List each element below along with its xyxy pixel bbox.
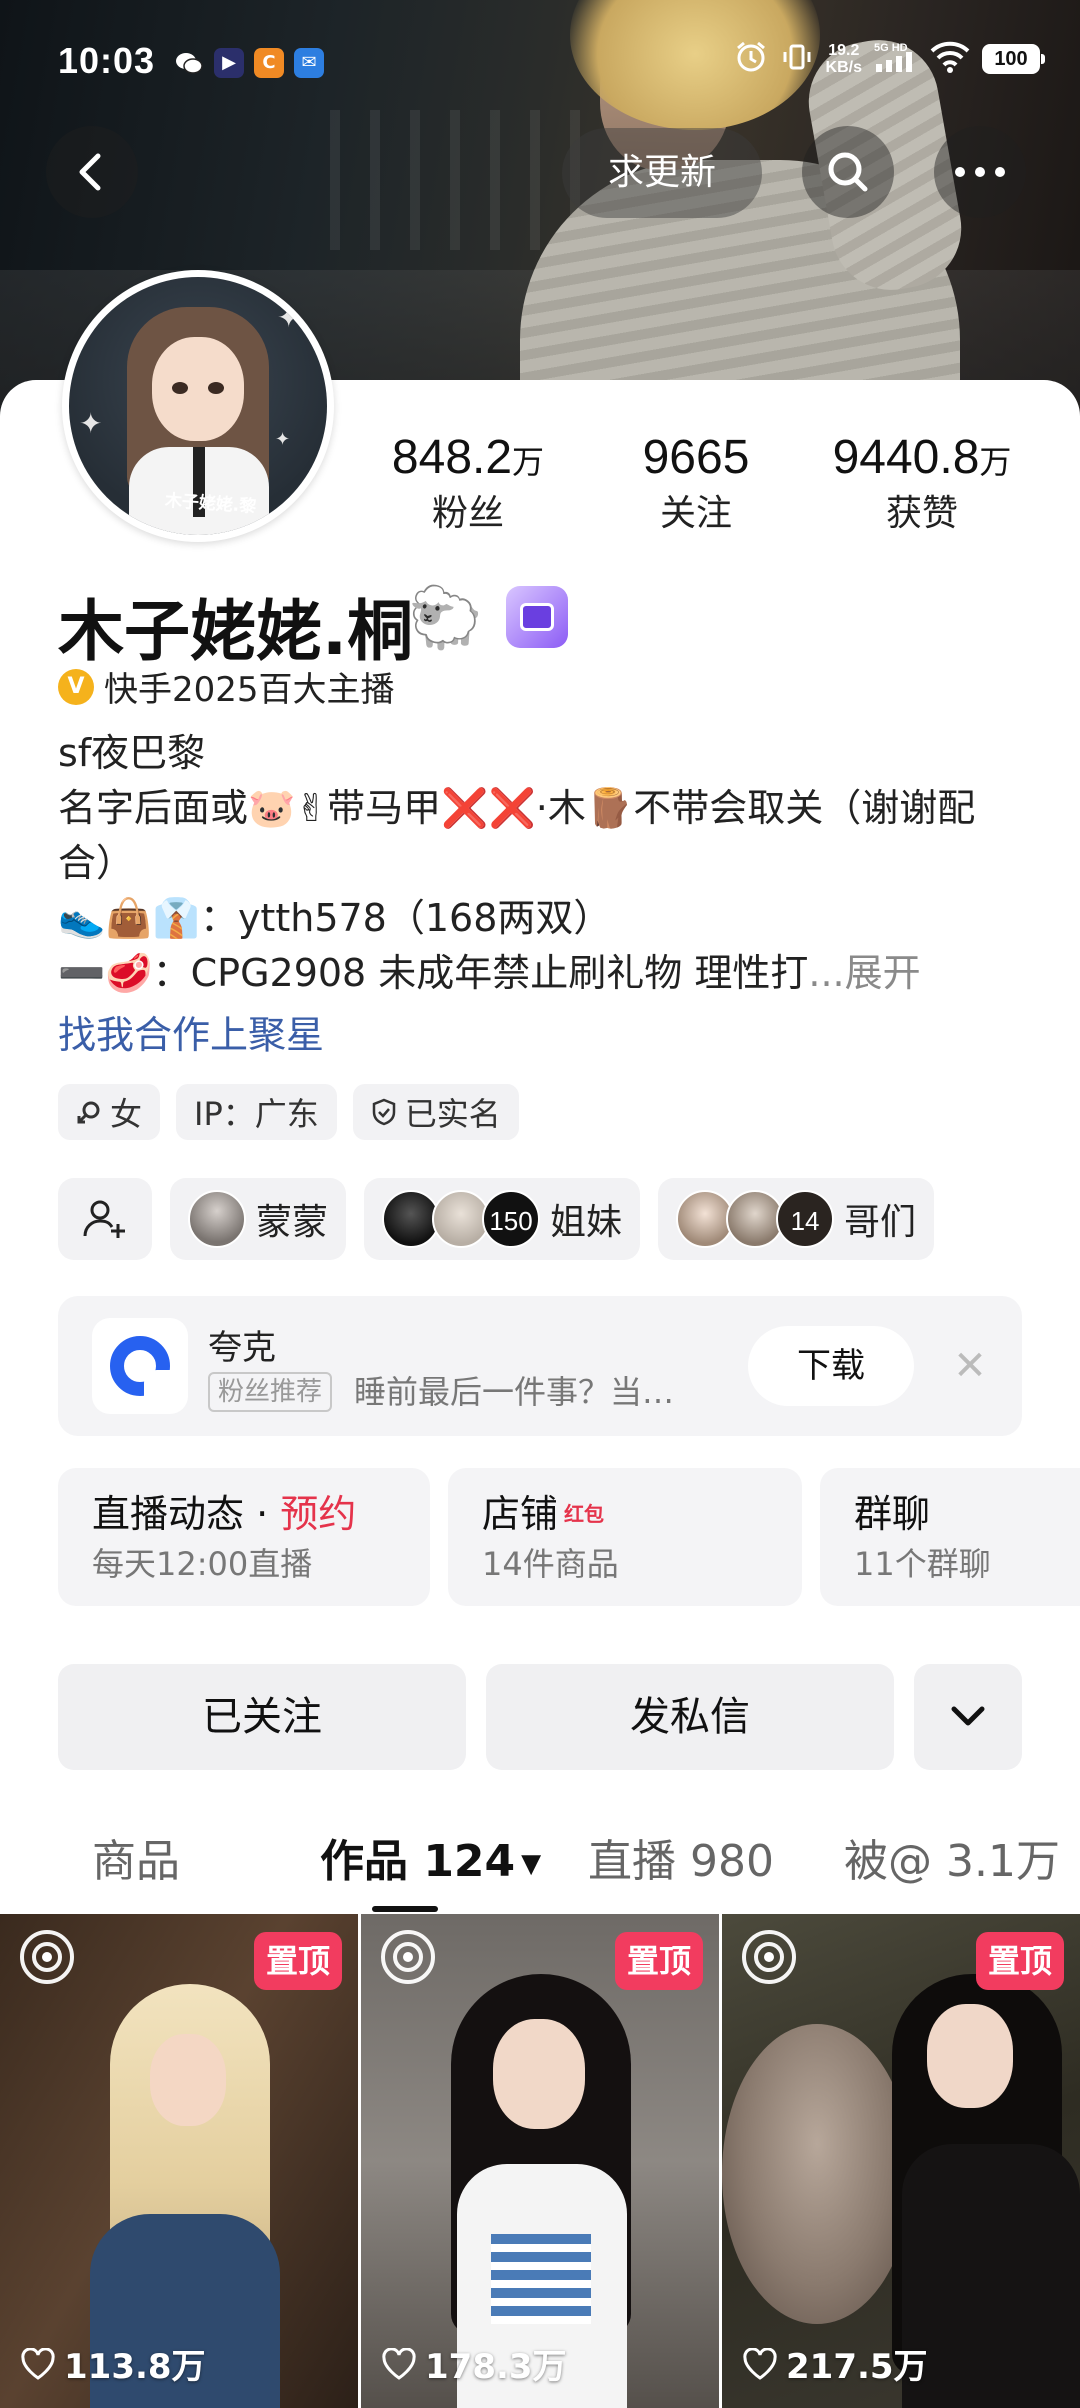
- pinned-badge: 置顶: [253, 1932, 342, 1990]
- bio-line: 👟👜👔：ytth578（168两双）: [58, 896, 612, 940]
- chevron-down-icon: [951, 1706, 985, 1726]
- close-icon[interactable]: ✕: [942, 1338, 998, 1394]
- verified-icon: V: [58, 668, 94, 705]
- heart-icon: [743, 2347, 777, 2380]
- avatar[interactable]: ✦ ✦ ✦ 木子姥姥.黎: [62, 270, 334, 542]
- bio-line: 名字后面或🐷✌带马甲❌❌·木🪵不带会取关（谢谢配合）: [58, 786, 976, 885]
- group-member-count: 150: [482, 1190, 541, 1248]
- following-button[interactable]: 已关注: [58, 1664, 466, 1770]
- shield-check-icon: [372, 1098, 396, 1126]
- like-count: 178.3万: [381, 2339, 567, 2388]
- group-row: 蒙蒙 150 姐妹 14 哥们: [58, 1178, 935, 1260]
- verified-line[interactable]: V 快手2025百大主播: [58, 662, 395, 711]
- back-button[interactable]: [46, 126, 138, 218]
- verified-text: 快手2025百大主播: [104, 670, 395, 710]
- alarm-icon: [734, 40, 768, 78]
- group-avatar: [188, 1190, 246, 1248]
- quark-app-icon: [92, 1318, 188, 1414]
- followers-stat[interactable]: 848.2万 粉丝: [358, 430, 578, 538]
- download-button[interactable]: 下载: [748, 1326, 914, 1406]
- status-time: 10:03: [58, 40, 156, 81]
- following-stat[interactable]: 9665 关注: [586, 430, 806, 538]
- tab-indicator: [372, 1906, 438, 1912]
- search-button[interactable]: [802, 126, 894, 218]
- bio-line: ➖🥩：CPG2908 未成年禁止刷礼物 理性打...展开: [58, 951, 921, 995]
- like-count: 217.5万: [742, 2339, 928, 2388]
- send-message-button[interactable]: 发私信: [486, 1664, 894, 1770]
- bio-line: sf夜巴黎: [58, 731, 206, 775]
- more-options-button[interactable]: [934, 126, 1026, 218]
- bio[interactable]: sf夜巴黎 名字后面或🐷✌带马甲❌❌·木🪵不带会取关（谢谢配合） 👟👜👔：ytt…: [58, 726, 1018, 1001]
- video-thumbnail[interactable]: 置顶 178.3万: [361, 1914, 719, 2408]
- live-photo-icon: [381, 1930, 435, 1984]
- female-icon: [77, 1101, 100, 1124]
- tab-works[interactable]: 作品 124 ▼: [320, 1822, 541, 1904]
- live-photo-icon: [742, 1930, 796, 1984]
- followers-label: 粉丝: [431, 493, 504, 534]
- bio-expand-link[interactable]: ...展开: [808, 951, 920, 995]
- profile-tags: 女 IP：广东 已实名: [58, 1084, 519, 1140]
- live-photo-icon: [20, 1930, 74, 1984]
- request-update-button[interactable]: 求更新: [562, 128, 762, 218]
- caret-down-icon: ▼: [521, 1849, 542, 1879]
- media-app-icon: C: [254, 48, 284, 78]
- ad-title: 夸克: [208, 1328, 276, 1368]
- heart-icon: [382, 2347, 416, 2380]
- profile-name: 木子姥姥.桐: [58, 593, 414, 670]
- expand-more-button[interactable]: [914, 1664, 1022, 1770]
- red-packet-badge: 红包: [564, 1502, 605, 1526]
- video-app-icon: ▶: [214, 48, 244, 78]
- like-count: 113.8万: [20, 2339, 206, 2388]
- add-friend-button[interactable]: [58, 1178, 152, 1260]
- add-user-icon: [83, 1200, 125, 1238]
- shop-card[interactable]: 店铺 红包 14件商品: [448, 1468, 802, 1606]
- svg-text:5G HD: 5G HD: [874, 42, 908, 54]
- ad-description: 睡前最后一件事？当…: [354, 1373, 675, 1411]
- status-bar: 10:03 ▶ C ✉ 19.2 KB/s 5G HD 100: [0, 30, 1080, 100]
- pinned-badge: 置顶: [975, 1932, 1064, 1990]
- wechat-icon: [174, 48, 204, 78]
- video-thumbnail[interactable]: 置顶 113.8万: [0, 1914, 358, 2408]
- wifi-icon: [930, 41, 970, 77]
- mobile-app-icon: ✉: [294, 48, 324, 78]
- live-schedule-card[interactable]: 直播动态 · 预约 每天12:00直播: [58, 1468, 430, 1606]
- following-label: 关注: [659, 493, 732, 534]
- group-chip-sisters[interactable]: 150 姐妹: [364, 1178, 641, 1260]
- cooperation-link[interactable]: 找我合作上聚星: [58, 1004, 324, 1059]
- likes-stat[interactable]: 9440.8万 获赞: [812, 430, 1032, 538]
- level-badge-icon[interactable]: [506, 586, 568, 648]
- ad-tag: 粉丝推荐: [208, 1372, 333, 1412]
- sheep-emoji-icon: 🐑: [408, 583, 483, 653]
- vibrate-icon: [780, 40, 814, 78]
- pinned-badge: 置顶: [614, 1932, 703, 1990]
- action-row: 已关注 发私信: [58, 1664, 1022, 1770]
- feature-row: 直播动态 · 预约 每天12:00直播 店铺 红包 14件商品 群聊 11个群聊: [58, 1468, 1080, 1606]
- tab-live[interactable]: 直播 980: [588, 1822, 774, 1902]
- group-chip-brothers[interactable]: 14 哥们: [658, 1178, 935, 1260]
- battery-indicator: 100: [982, 44, 1045, 74]
- more-icon: [955, 167, 1005, 177]
- search-icon: [828, 152, 868, 192]
- group-chip-mengmeng[interactable]: 蒙蒙: [170, 1178, 347, 1260]
- tab-products[interactable]: 商品: [92, 1822, 180, 1902]
- group-chat-card[interactable]: 群聊 11个群聊: [820, 1468, 1080, 1606]
- cellular-signal-icon: 5G HD: [874, 40, 918, 78]
- network-speed: 19.2 KB/s: [825, 42, 862, 76]
- gender-tag: 女: [58, 1084, 161, 1140]
- tab-mentions[interactable]: 被@ 3.1万: [844, 1822, 1060, 1902]
- app-recommendation-card[interactable]: 夸克 粉丝推荐 睡前最后一件事？当… 下载 ✕: [58, 1296, 1022, 1436]
- group-member-count: 14: [776, 1190, 835, 1248]
- ip-location-tag: IP：广东: [176, 1084, 337, 1140]
- real-name-tag[interactable]: 已实名: [352, 1084, 519, 1140]
- video-thumbnail[interactable]: 置顶 217.5万: [722, 1914, 1080, 2408]
- content-tabs: 商品 作品 124 ▼ 直播 980 被@ 3.1万: [0, 1822, 1080, 1912]
- heart-icon: [21, 2347, 55, 2380]
- likes-label: 获赞: [885, 493, 958, 534]
- chevron-left-icon: [79, 153, 101, 191]
